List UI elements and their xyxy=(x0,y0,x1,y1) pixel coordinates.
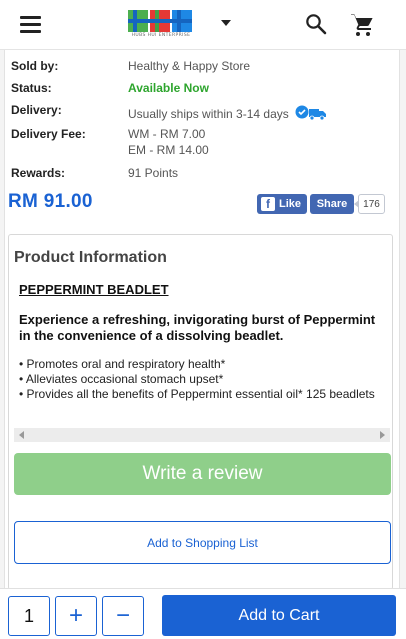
write-review-button[interactable]: Write a review xyxy=(14,453,391,495)
delivery-fee-label: Delivery Fee: xyxy=(11,127,86,141)
add-to-shopping-list-button[interactable]: Add to Shopping List xyxy=(14,521,391,564)
chevron-down-icon[interactable] xyxy=(221,20,231,26)
delivery-value: Usually ships within 3-14 days xyxy=(128,107,289,121)
rewards-value: 91 Points xyxy=(128,166,179,180)
facebook-like-button[interactable]: f Like xyxy=(257,194,307,214)
status-label: Status: xyxy=(11,81,52,95)
cart-icon[interactable] xyxy=(350,13,374,37)
product-info-title: Product Information xyxy=(14,249,167,266)
list-item: • Alleviates occasional stomach upset* xyxy=(19,372,224,386)
product-info-card: Product Information PEPPERMINT BEADLET E… xyxy=(8,234,393,590)
product-price: RM 91.00 xyxy=(8,191,93,212)
facebook-icon: f xyxy=(261,197,275,211)
fee-em-value: EM - RM 14.00 xyxy=(128,143,209,157)
delivery-label: Delivery: xyxy=(11,103,62,117)
app-header: HUBS HUI ENTERPRISE xyxy=(0,0,406,50)
product-panel: Sold by: Healthy & Happy Store Status: A… xyxy=(4,50,400,590)
sold-by-value[interactable]: Healthy & Happy Store xyxy=(128,59,250,73)
page-content: Sold by: Healthy & Happy Store Status: A… xyxy=(0,50,406,590)
product-description-lead: Experience a refreshing, invigorating bu… xyxy=(19,312,376,343)
product-name: PEPPERMINT BEADLET xyxy=(19,282,169,297)
list-item: • Promotes oral and respiratory health* xyxy=(19,357,226,371)
scroll-right-icon[interactable] xyxy=(380,431,385,439)
status-value: Available Now xyxy=(128,81,209,95)
horizontal-scrollbar[interactable] xyxy=(14,428,390,442)
decrease-quantity-button[interactable]: − xyxy=(102,596,144,636)
search-icon[interactable] xyxy=(305,13,327,35)
delivery-value-wrap: Usually ships within 3-14 days xyxy=(128,105,327,121)
product-benefits-list: • Promotes oral and respiratory health* … xyxy=(19,357,387,402)
scroll-left-icon[interactable] xyxy=(19,431,24,439)
hamburger-icon[interactable] xyxy=(20,16,41,33)
facebook-share-button[interactable]: Share xyxy=(310,194,354,214)
fee-wm-value: WM - RM 7.00 xyxy=(128,127,206,141)
facebook-share-count: 176 xyxy=(354,194,385,214)
add-to-cart-button[interactable]: Add to Cart xyxy=(162,595,396,636)
facebook-like-label: Like xyxy=(279,198,302,210)
increase-quantity-button[interactable]: + xyxy=(55,596,97,636)
rewards-label: Rewards: xyxy=(11,166,66,180)
quantity-input[interactable]: 1 xyxy=(8,596,50,636)
sold-by-label: Sold by: xyxy=(11,59,59,73)
list-item: • Provides all the benefits of Peppermin… xyxy=(19,387,375,401)
delivery-truck-icon xyxy=(295,105,327,121)
bottom-action-bar: 1 + − Add to Cart xyxy=(0,588,406,639)
logo-text: HUBS HUI ENTERPRISE xyxy=(131,33,191,38)
